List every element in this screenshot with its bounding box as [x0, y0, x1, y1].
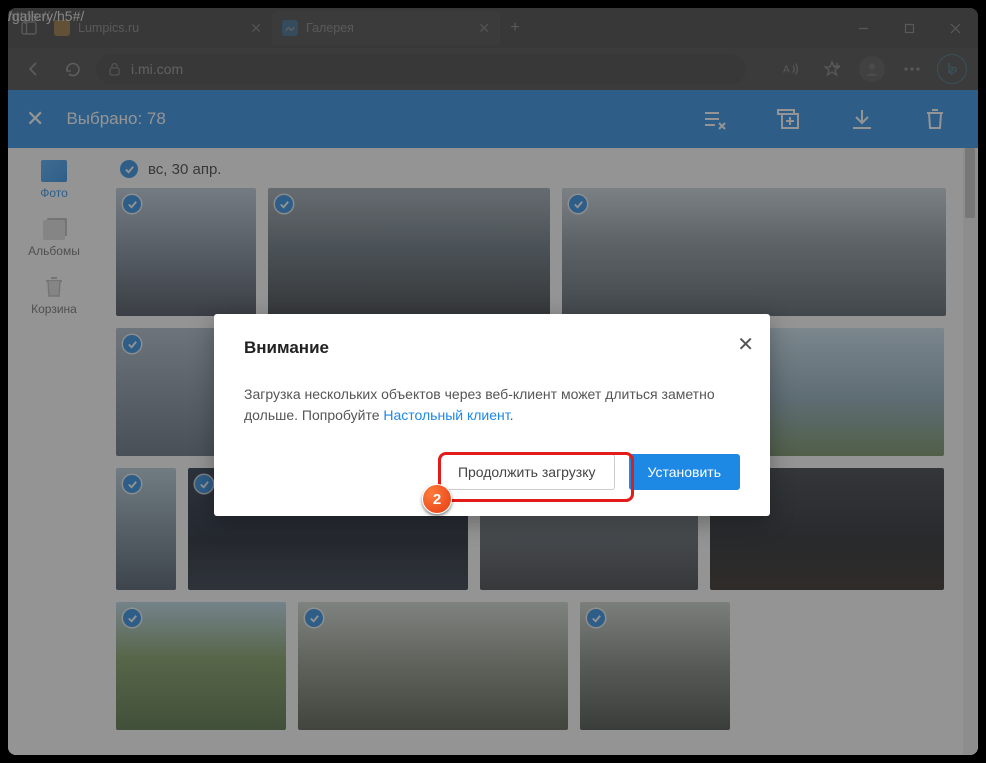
browser-toolbar: https://i.mi.com/gallery/h5#/ A — [8, 48, 978, 90]
address-bar[interactable]: https://i.mi.com/gallery/h5#/ — [96, 54, 746, 84]
attention-modal: Внимание ✕ Загрузка нескольких объектов … — [214, 314, 770, 516]
modal-close-button[interactable]: ✕ — [737, 332, 754, 357]
modal-text: Загрузка нескольких объектов через веб-к… — [244, 384, 740, 426]
modal-title: Внимание — [244, 338, 740, 358]
annotation-badge: 2 — [422, 484, 452, 514]
desktop-client-link[interactable]: Настольный клиент — [383, 407, 509, 423]
continue-download-button[interactable]: Продолжить загрузку — [439, 454, 615, 490]
install-button[interactable]: Установить — [629, 454, 740, 490]
